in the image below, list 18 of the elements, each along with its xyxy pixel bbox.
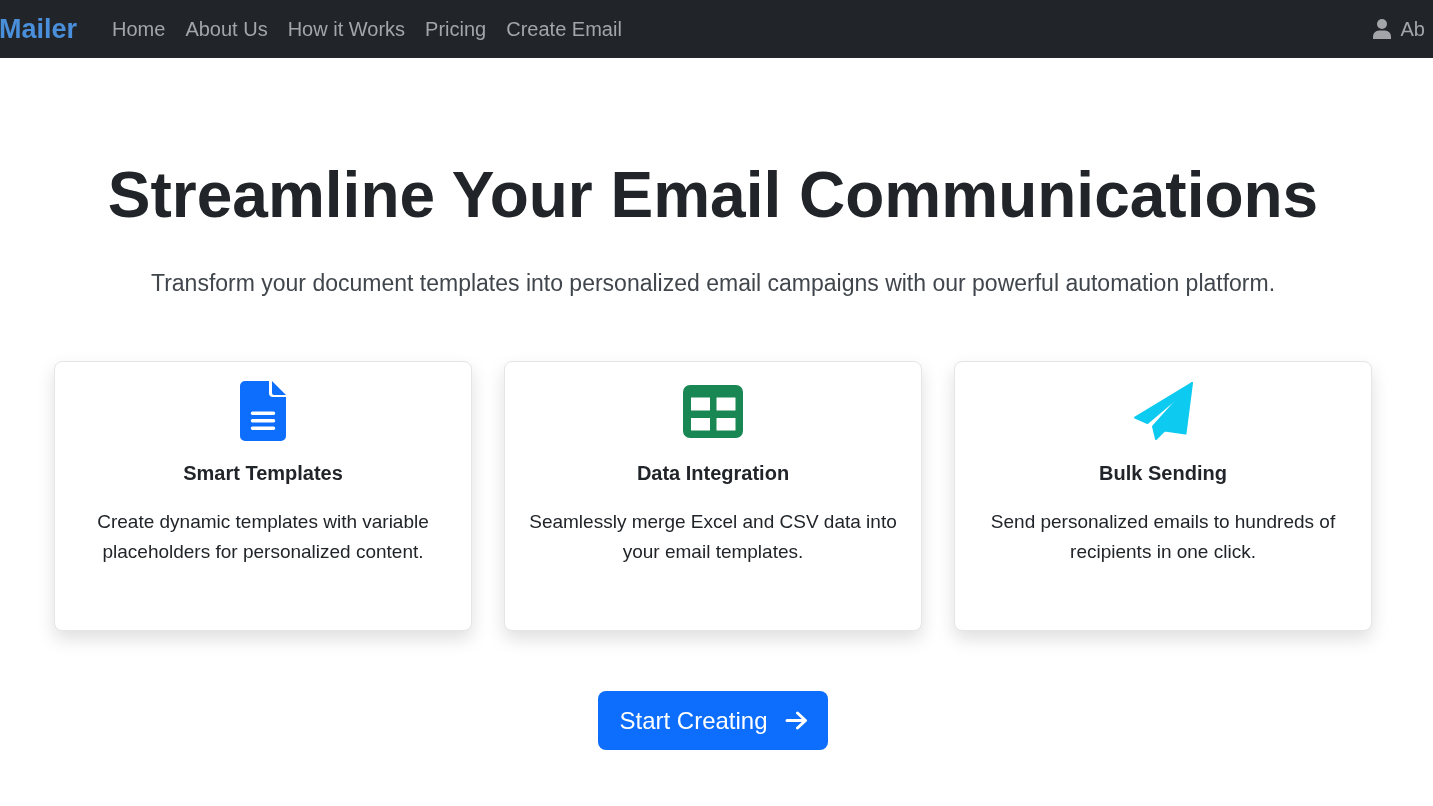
nav-link[interactable]: About Us [175, 15, 278, 43]
nav-link[interactable]: Home [102, 15, 176, 43]
feature-description: Send personalized emails to hundreds of recipients in one click. [989, 510, 1337, 564]
hero-subtitle: Transform your document templates into personalized email campaigns with our powerful automation platform. [149, 269, 1277, 298]
user-link[interactable]: Ab [1372, 15, 1433, 43]
feature-title: Data Integration [635, 461, 791, 485]
nav-link[interactable]: How it Works [277, 15, 416, 43]
user-icon [1372, 19, 1391, 39]
arrow-right-icon [784, 711, 808, 730]
nav-link[interactable]: Pricing [415, 15, 497, 43]
feature-title: Smart Templates [182, 461, 344, 485]
start-creating-button[interactable]: Start Creating [598, 691, 828, 750]
feature-description: Create dynamic templates with variable placeholders for personalized content. [96, 510, 430, 564]
feature-description: Seamlessly merge Excel and CSV data into your email templates. [528, 510, 898, 564]
brand-logo[interactable]: Mailer [0, 13, 78, 45]
nav-link[interactable]: Create Email [496, 15, 632, 43]
feature-title: Bulk Sending [1098, 461, 1228, 485]
hero-title: Streamline Your Email Communications [106, 158, 1320, 233]
